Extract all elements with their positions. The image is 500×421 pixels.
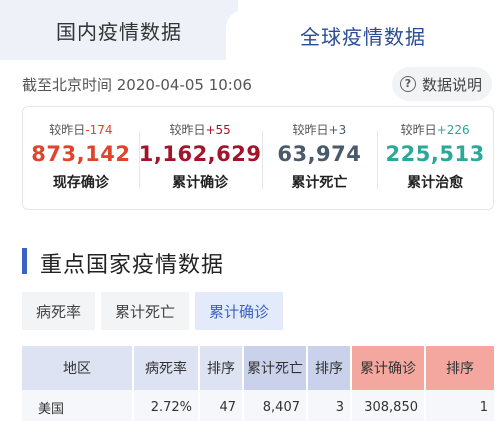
stat-delta: 较昨日-174	[49, 121, 112, 138]
delta-prefix: 较昨日	[49, 123, 86, 137]
table-header: 地区 病死率 排序 累计死亡 排序 累计确诊 排序	[22, 346, 494, 390]
delta-prefix: 较昨日	[400, 123, 437, 137]
stat-value: 1,162,629	[138, 142, 262, 166]
header-fatality-rate[interactable]: 病死率	[134, 346, 200, 390]
question-icon: ?	[399, 76, 416, 92]
delta-prefix: 较昨日	[169, 123, 206, 137]
stat-label: 现存确诊	[52, 175, 109, 191]
header-rank-fatality[interactable]: 排序	[200, 346, 244, 390]
data-help-label: 数据说明	[421, 75, 482, 94]
header-total-deaths[interactable]: 累计死亡	[244, 346, 308, 390]
stat-label: 累计治愈	[407, 175, 464, 191]
stat-delta: 较昨日+55	[169, 121, 230, 138]
tab-fatality-rate[interactable]: 病死率	[22, 292, 96, 330]
update-timestamp: 截至北京时间 2020-04-05 10:06	[22, 76, 252, 94]
header-region[interactable]: 地区	[22, 346, 134, 390]
stat-value: 63,974	[277, 142, 362, 166]
stat-value: 225,513	[385, 142, 485, 166]
country-table: 地区 病死率 排序 累计死亡 排序 累计确诊 排序 美国 2.72% 47 8,…	[22, 346, 494, 421]
stat-delta: 较昨日+3	[293, 121, 347, 138]
summary-card: 较昨日-174 873,142 现存确诊 较昨日+55 1,162,629 累计…	[22, 106, 494, 210]
region-tabs: 国内疫情数据 全球疫情数据	[0, 0, 500, 60]
stat-label: 累计确诊	[172, 175, 229, 191]
delta-value: +55	[205, 123, 231, 137]
cell-total-confirmed: 308,850	[352, 390, 426, 421]
delta-prefix: 较昨日	[292, 123, 329, 137]
stat-current-confirmed: 较昨日-174 873,142 现存确诊	[23, 107, 139, 209]
header-rank-confirmed[interactable]: 排序	[426, 346, 494, 390]
cell-total-deaths: 8,407	[244, 390, 308, 421]
data-help-button[interactable]: ? 数据说明	[391, 67, 492, 101]
cell-rank-fatality: 47	[200, 390, 244, 421]
header-total-confirmed[interactable]: 累计确诊	[352, 346, 426, 390]
stat-total-recovered: 较昨日+226 225,513 累计治愈	[377, 107, 493, 209]
cell-fatality-rate: 2.72%	[134, 390, 200, 421]
stat-label: 累计死亡	[291, 175, 348, 191]
stat-total-confirmed: 较昨日+55 1,162,629 累计确诊	[138, 107, 262, 209]
stat-value: 873,142	[31, 142, 131, 166]
cell-rank-confirmed: 1	[426, 390, 494, 421]
tab-global[interactable]: 全球疫情数据	[226, 10, 500, 60]
tab-total-confirmed[interactable]: 累计确诊	[195, 292, 284, 330]
table-row[interactable]: 美国 2.72% 47 8,407 3 308,850 1	[22, 390, 494, 421]
delta-value: +3	[328, 123, 347, 137]
header-rank-deaths[interactable]: 排序	[308, 346, 352, 390]
delta-value: +226	[436, 123, 470, 137]
section-accent-bar	[22, 248, 27, 274]
section-title: 重点国家疫情数据	[40, 253, 225, 278]
stat-total-deaths: 较昨日+3 63,974 累计死亡	[261, 107, 378, 209]
stat-delta: 较昨日+226	[401, 121, 470, 138]
cell-rank-deaths: 3	[308, 390, 352, 421]
tab-domestic[interactable]: 国内疫情数据	[0, 0, 238, 60]
delta-value: -174	[85, 123, 113, 137]
cell-region: 美国	[22, 390, 134, 421]
metric-tabs: 病死率 累计死亡 累计确诊	[22, 292, 284, 330]
tab-total-deaths[interactable]: 累计死亡	[101, 292, 190, 330]
